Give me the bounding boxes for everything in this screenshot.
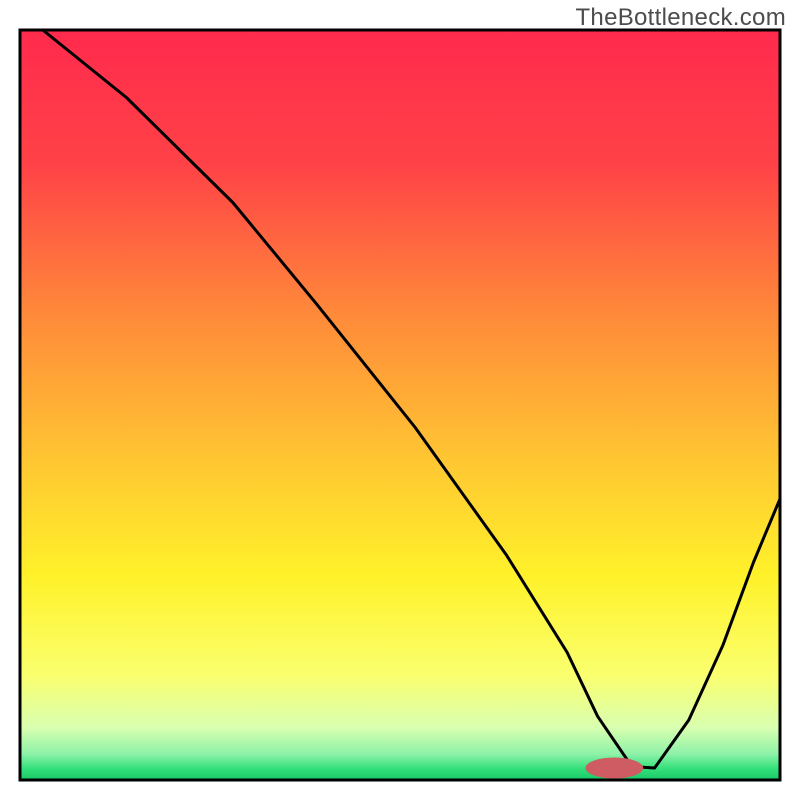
chart-frame: TheBottleneck.com: [0, 0, 800, 800]
chart-svg: [0, 0, 800, 800]
marker-pill: [585, 758, 643, 779]
plot-gradient-rect: [20, 30, 780, 780]
